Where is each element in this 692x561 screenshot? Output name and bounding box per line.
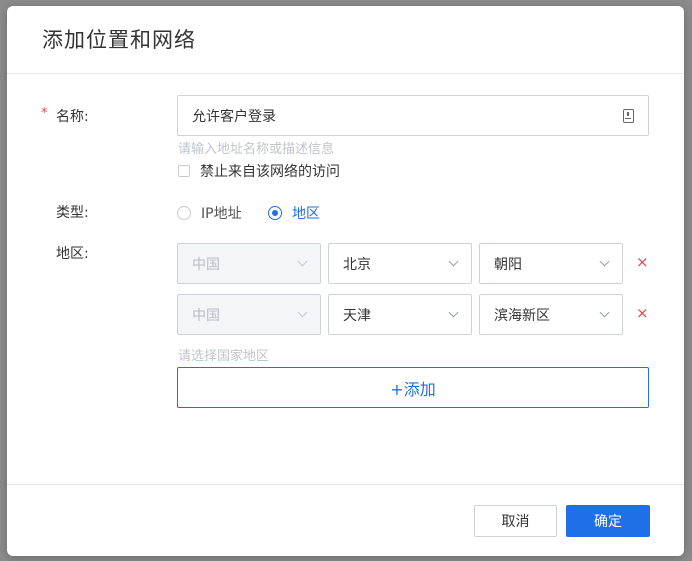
deny-access-option[interactable]: 禁止来自该网络的访问 xyxy=(178,161,340,181)
name-input[interactable]: 允许客户登录 xyxy=(177,95,649,136)
chevron-down-icon xyxy=(297,307,308,318)
chevron-down-icon xyxy=(297,256,308,267)
remove-region-2-icon[interactable]: × xyxy=(636,306,649,321)
country-select-2: 中国 xyxy=(177,294,321,335)
province-select-2[interactable]: 天津 xyxy=(328,294,472,335)
type-option-ip-label: IP地址 xyxy=(201,206,242,222)
type-option-region[interactable]: 地区 xyxy=(268,203,320,223)
add-region-button[interactable]: +添加 xyxy=(177,367,649,408)
dialog-header: 添加位置和网络 xyxy=(7,6,684,74)
country-select-2-value: 中国 xyxy=(192,307,220,324)
chevron-down-icon xyxy=(448,307,459,318)
required-mark: * xyxy=(41,106,48,121)
city-select-1[interactable]: 朝阳 xyxy=(479,243,623,284)
province-select-1[interactable]: 北京 xyxy=(328,243,472,284)
province-select-1-value: 北京 xyxy=(343,256,371,273)
chevron-down-icon xyxy=(599,307,610,318)
dialog-title: 添加位置和网络 xyxy=(42,28,196,52)
type-label: 类型: xyxy=(56,205,89,221)
contact-card-icon[interactable] xyxy=(623,108,634,123)
city-select-2-value: 滨海新区 xyxy=(494,307,550,324)
add-location-dialog: 添加位置和网络 * 名称: 允许客户登录 请输入地址名称或描述信息 禁止来自该网… xyxy=(7,6,684,556)
name-label: 名称: xyxy=(56,109,89,125)
city-select-2[interactable]: 滨海新区 xyxy=(479,294,623,335)
dialog-footer: 取消 确定 xyxy=(7,484,684,556)
deny-access-label: 禁止来自该网络的访问 xyxy=(200,164,340,180)
country-select-1: 中国 xyxy=(177,243,321,284)
name-input-value: 允许客户登录 xyxy=(192,108,276,125)
chevron-down-icon xyxy=(448,256,459,267)
radio-ip-icon[interactable] xyxy=(177,206,191,220)
confirm-button[interactable]: 确定 xyxy=(566,505,650,537)
chevron-down-icon xyxy=(599,256,610,267)
cancel-button[interactable]: 取消 xyxy=(474,505,557,537)
type-option-ip[interactable]: IP地址 xyxy=(177,203,242,223)
name-hint: 请输入地址名称或描述信息 xyxy=(178,142,335,157)
region-hint: 请选择国家地区 xyxy=(178,349,270,364)
type-option-region-label: 地区 xyxy=(292,206,320,222)
city-select-1-value: 朝阳 xyxy=(494,256,522,273)
radio-region-icon[interactable] xyxy=(268,206,282,220)
country-select-1-value: 中国 xyxy=(192,256,220,273)
province-select-2-value: 天津 xyxy=(343,307,371,324)
remove-region-1-icon[interactable]: × xyxy=(636,255,649,270)
region-label: 地区: xyxy=(56,246,89,262)
deny-access-checkbox[interactable] xyxy=(178,165,190,177)
